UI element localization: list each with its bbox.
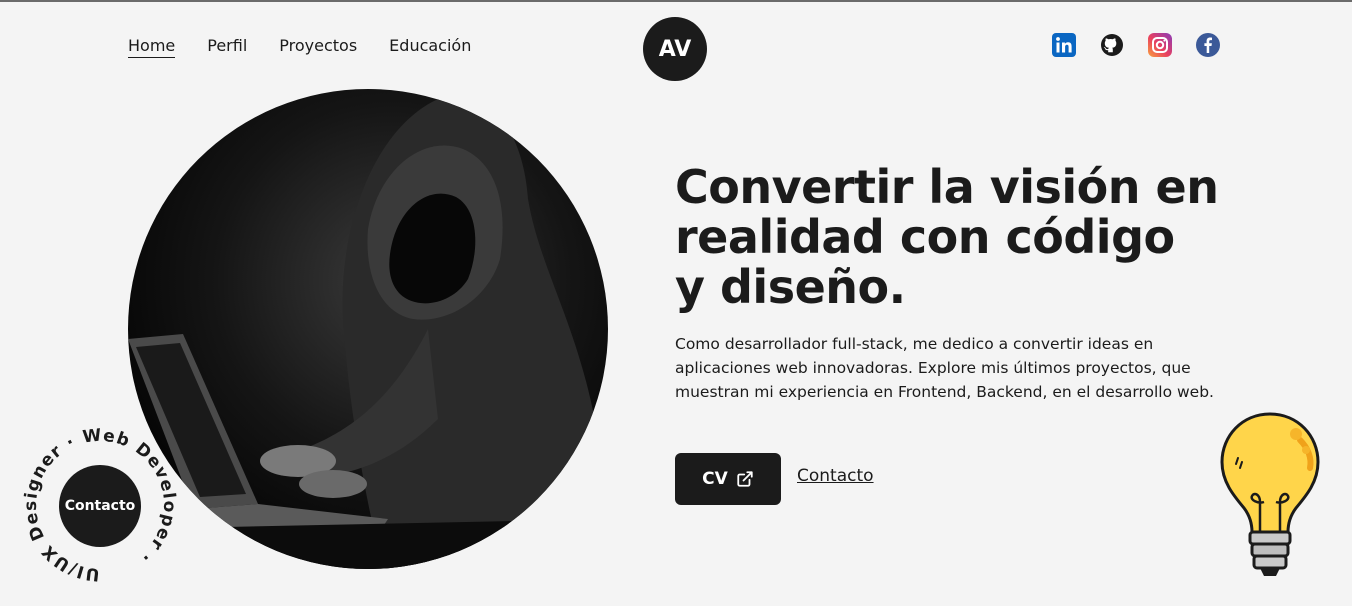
headline-line-2: realidad con código [675, 210, 1175, 264]
logo[interactable]: AV [643, 17, 707, 81]
cv-button-label: CV [702, 469, 728, 489]
nav-proyectos[interactable]: Proyectos [279, 36, 357, 58]
external-link-icon [737, 471, 753, 487]
nav-educacion[interactable]: Educación [389, 36, 471, 58]
headline-line-1: Convertir la visión en [675, 160, 1219, 214]
hero-description: Como desarrollador full-stack, me dedico… [675, 335, 1214, 401]
headline-line-3: y diseño. [675, 260, 906, 314]
badge-contact-button[interactable]: Contacto [59, 465, 141, 547]
social-links [1052, 33, 1220, 57]
hooded-coder-illustration [128, 96, 608, 569]
facebook-icon[interactable] [1196, 33, 1220, 57]
instagram-icon[interactable] [1148, 33, 1172, 57]
github-icon[interactable] [1100, 33, 1124, 57]
cv-button[interactable]: CV [675, 453, 781, 505]
linkedin-icon[interactable] [1052, 33, 1076, 57]
nav-perfil[interactable]: Perfil [207, 36, 247, 58]
hero-headline: Convertir la visión en realidad con códi… [675, 162, 1235, 312]
lightbulb-icon [1220, 412, 1320, 576]
nav-home[interactable]: Home [128, 36, 176, 58]
hero-image [128, 89, 608, 569]
contact-link[interactable]: Contacto [797, 466, 874, 486]
main-nav: Home Perfil Proyectos Educación [128, 36, 471, 58]
